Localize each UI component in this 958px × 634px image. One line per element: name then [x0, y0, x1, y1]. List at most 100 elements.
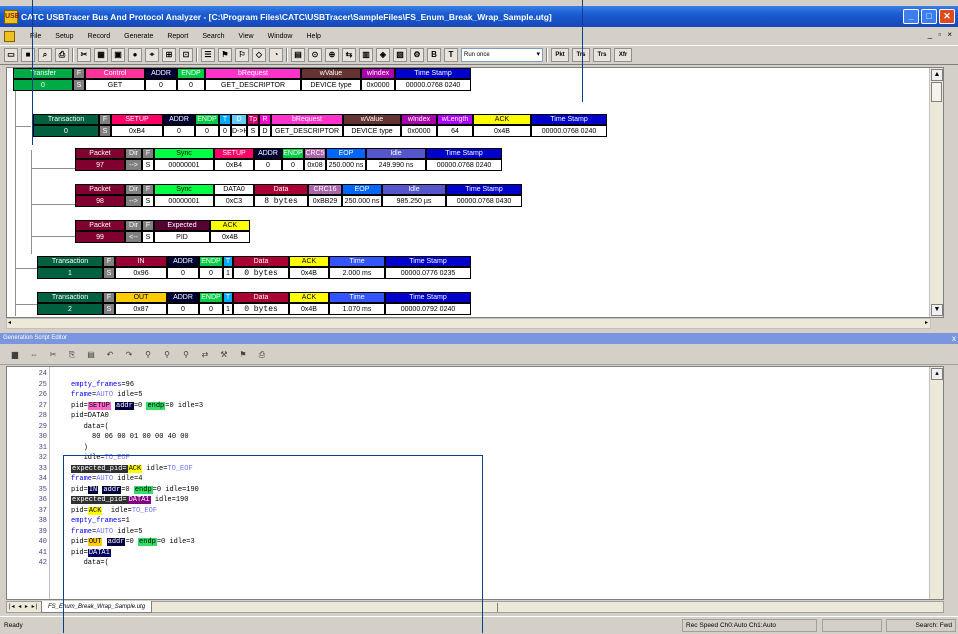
close-button[interactable]: ✕ — [939, 9, 955, 24]
tab-navigation[interactable]: |◂ ◂ ▸ ▸| — [9, 603, 38, 610]
generator-icon[interactable]: ⚙ — [410, 48, 424, 62]
code-line[interactable]: empty_frames=96 — [71, 380, 134, 391]
menu-search[interactable]: Search — [200, 32, 226, 41]
packet-99-value-0[interactable]: 99 — [75, 231, 125, 243]
trace-vertical-scrollbar[interactable]: ▲ ▼ — [929, 68, 943, 317]
decode-icon[interactable]: ⚑ — [218, 48, 232, 62]
bold-b-icon[interactable]: B — [427, 48, 441, 62]
menu-window[interactable]: Window — [266, 32, 295, 41]
menu-setup[interactable]: Setup — [53, 32, 75, 41]
code-line[interactable]: data=( — [71, 558, 109, 569]
bluetooth-icon[interactable]: ◈ — [376, 48, 390, 62]
tab-fs-enum-break-wrap[interactable]: FS_Enum_Break_Wrap_Sample.utg — [41, 601, 153, 613]
trace-horizontal-scrollbar[interactable]: ◂ ▸ — [6, 318, 931, 329]
title-bar[interactable]: USB CATC USBTracer Bus And Protocol Anal… — [0, 6, 958, 27]
transfer-0-header-0[interactable]: Transfer — [13, 68, 73, 79]
run-mode-select[interactable]: Run once — [461, 48, 543, 62]
editor-close-icon[interactable]: x — [952, 333, 956, 344]
code-line[interactable]: ) — [71, 443, 88, 454]
undo-icon[interactable]: ↶ — [103, 348, 117, 362]
code-line[interactable]: expected_pid= DATA1 idle=190 — [71, 495, 188, 506]
transaction-1-value-0[interactable]: 1 — [37, 267, 103, 279]
minimize-button[interactable]: _ — [903, 9, 919, 24]
chart-icon[interactable]: ▥ — [359, 48, 373, 62]
bus-icon[interactable]: ⇆ — [342, 48, 356, 62]
run-icon[interactable]: ⚑ — [236, 348, 250, 362]
packet-97-header-0[interactable]: Packet — [75, 148, 125, 159]
scroll-thumb[interactable] — [931, 82, 942, 102]
level-button-trs-1[interactable]: Trs — [572, 48, 590, 62]
paste-icon[interactable]: ▤ — [84, 348, 98, 362]
device-icon[interactable]: ⊙ — [308, 48, 322, 62]
sof-icon[interactable]: ☰ — [201, 48, 215, 62]
bookmark-toggle-icon[interactable]: ⇔ — [27, 348, 41, 362]
editor-horizontal-scrollbar[interactable] — [497, 603, 947, 612]
filter-icon[interactable]: ⊞ — [162, 48, 176, 62]
cut-icon[interactable]: ✂ — [46, 348, 60, 362]
menu-view[interactable]: View — [237, 32, 256, 41]
bold-t-icon[interactable]: T — [444, 48, 458, 62]
code-line[interactable]: pid=ACK idle=TO_EOF — [71, 506, 157, 517]
code-line[interactable]: empty_frames=1 — [71, 516, 130, 527]
document-icon[interactable] — [4, 30, 15, 42]
transaction-0-value-0[interactable]: 0 — [33, 125, 99, 137]
code-line[interactable]: pid=DATA0 — [71, 411, 109, 422]
redo-icon[interactable]: ↷ — [122, 348, 136, 362]
editor-vertical-scrollbar[interactable]: ▴ — [929, 367, 943, 599]
new-file-icon[interactable]: ▭ — [4, 48, 18, 62]
level-button-pkt-0[interactable]: Pkt — [551, 48, 569, 62]
transaction-1-header-0[interactable]: Transaction — [37, 256, 103, 267]
mdi-controls[interactable]: _ ▫ × — [928, 30, 954, 39]
editor-scroll-up-icon[interactable]: ▴ — [931, 368, 943, 380]
code-line[interactable]: pid=DATA1 — [71, 548, 111, 559]
scroll-left-icon[interactable]: ◂ — [8, 319, 11, 326]
script-editor[interactable]: ▴ 24 25 empty_frames=96 26 frame=AUTO idle=5… — [6, 366, 944, 600]
find-icon[interactable]: ⚲ — [141, 348, 155, 362]
find-next-icon[interactable]: ⚲ — [160, 348, 174, 362]
rec-dot-icon[interactable]: ● — [128, 48, 142, 62]
stats-icon[interactable]: ▧ — [393, 48, 407, 62]
code-line[interactable]: expected_pid= ACK idle=TO_EOF — [71, 464, 193, 475]
trace-view[interactable]: ▲ ▼ Transfer 0 F S Control GET ADDR 0 ENDP 0 bRequ… — [6, 67, 944, 318]
level-button-trs-2[interactable]: Trs — [593, 48, 611, 62]
code-line[interactable]: frame=AUTO idle=5 — [71, 527, 142, 538]
code-line[interactable]: 80 06 00 01 00 00 40 00 — [71, 432, 189, 443]
print-preview-icon[interactable]: ⌕ — [38, 48, 52, 62]
scroll-down-icon[interactable]: ▼ — [931, 304, 943, 316]
spec-icon[interactable]: ▤ — [291, 48, 305, 62]
find-prev-icon[interactable]: ⚲ — [179, 348, 193, 362]
code-line[interactable]: pid=SETUP addr=0 endp=0 idle=3 — [71, 401, 203, 412]
packet-98-value-0[interactable]: 98 — [75, 195, 125, 207]
code-line[interactable]: pid=OUT addr=0 endp=0 idle=3 — [71, 537, 195, 548]
packet-98-header-0[interactable]: Packet — [75, 184, 125, 195]
transaction-0-header-0[interactable]: Transaction — [33, 114, 99, 125]
menu-record[interactable]: Record — [86, 32, 113, 41]
code-line[interactable]: pid=IN addr=0 endp=0 idle=190 — [71, 485, 199, 496]
packet-97-value-0[interactable]: 97 — [75, 159, 125, 171]
arrow-icon[interactable]: ◇ — [252, 48, 266, 62]
level-button-xfr-3[interactable]: Xfr — [614, 48, 632, 62]
find-icon[interactable]: ⌖ — [145, 48, 159, 62]
transfer-0-value-0[interactable]: 0 — [13, 79, 73, 91]
power-icon[interactable]: ⊕ — [325, 48, 339, 62]
menu-generate[interactable]: Generate — [122, 32, 155, 41]
scroll-up-icon[interactable]: ▲ — [931, 69, 943, 81]
menu-file[interactable]: File — [28, 32, 43, 41]
print-icon[interactable]: ⎙ — [255, 348, 269, 362]
compile-icon[interactable]: ⚒ — [217, 348, 231, 362]
transaction-2-value-0[interactable]: 2 — [37, 303, 103, 315]
print-icon[interactable]: ⎙ — [55, 48, 69, 62]
record-icon[interactable]: ▣ — [111, 48, 125, 62]
copy-icon[interactable]: ⎘ — [65, 348, 79, 362]
bookmark-icon[interactable]: ⊡ — [179, 48, 193, 62]
capture-icon[interactable]: ▦ — [94, 48, 108, 62]
scroll-right-icon[interactable]: ▸ — [925, 319, 928, 326]
code-line[interactable]: frame=AUTO idle=4 — [71, 474, 142, 485]
code-line[interactable]: frame=AUTO idle=5 — [71, 390, 142, 401]
maximize-button[interactable]: □ — [921, 9, 937, 24]
replace-icon[interactable]: ⇄ — [198, 348, 212, 362]
menu-report[interactable]: Report — [165, 32, 190, 41]
menu-help[interactable]: Help — [305, 32, 323, 41]
packet-99-header-0[interactable]: Packet — [75, 220, 125, 231]
compare-icon[interactable]: ◔ — [269, 48, 283, 62]
